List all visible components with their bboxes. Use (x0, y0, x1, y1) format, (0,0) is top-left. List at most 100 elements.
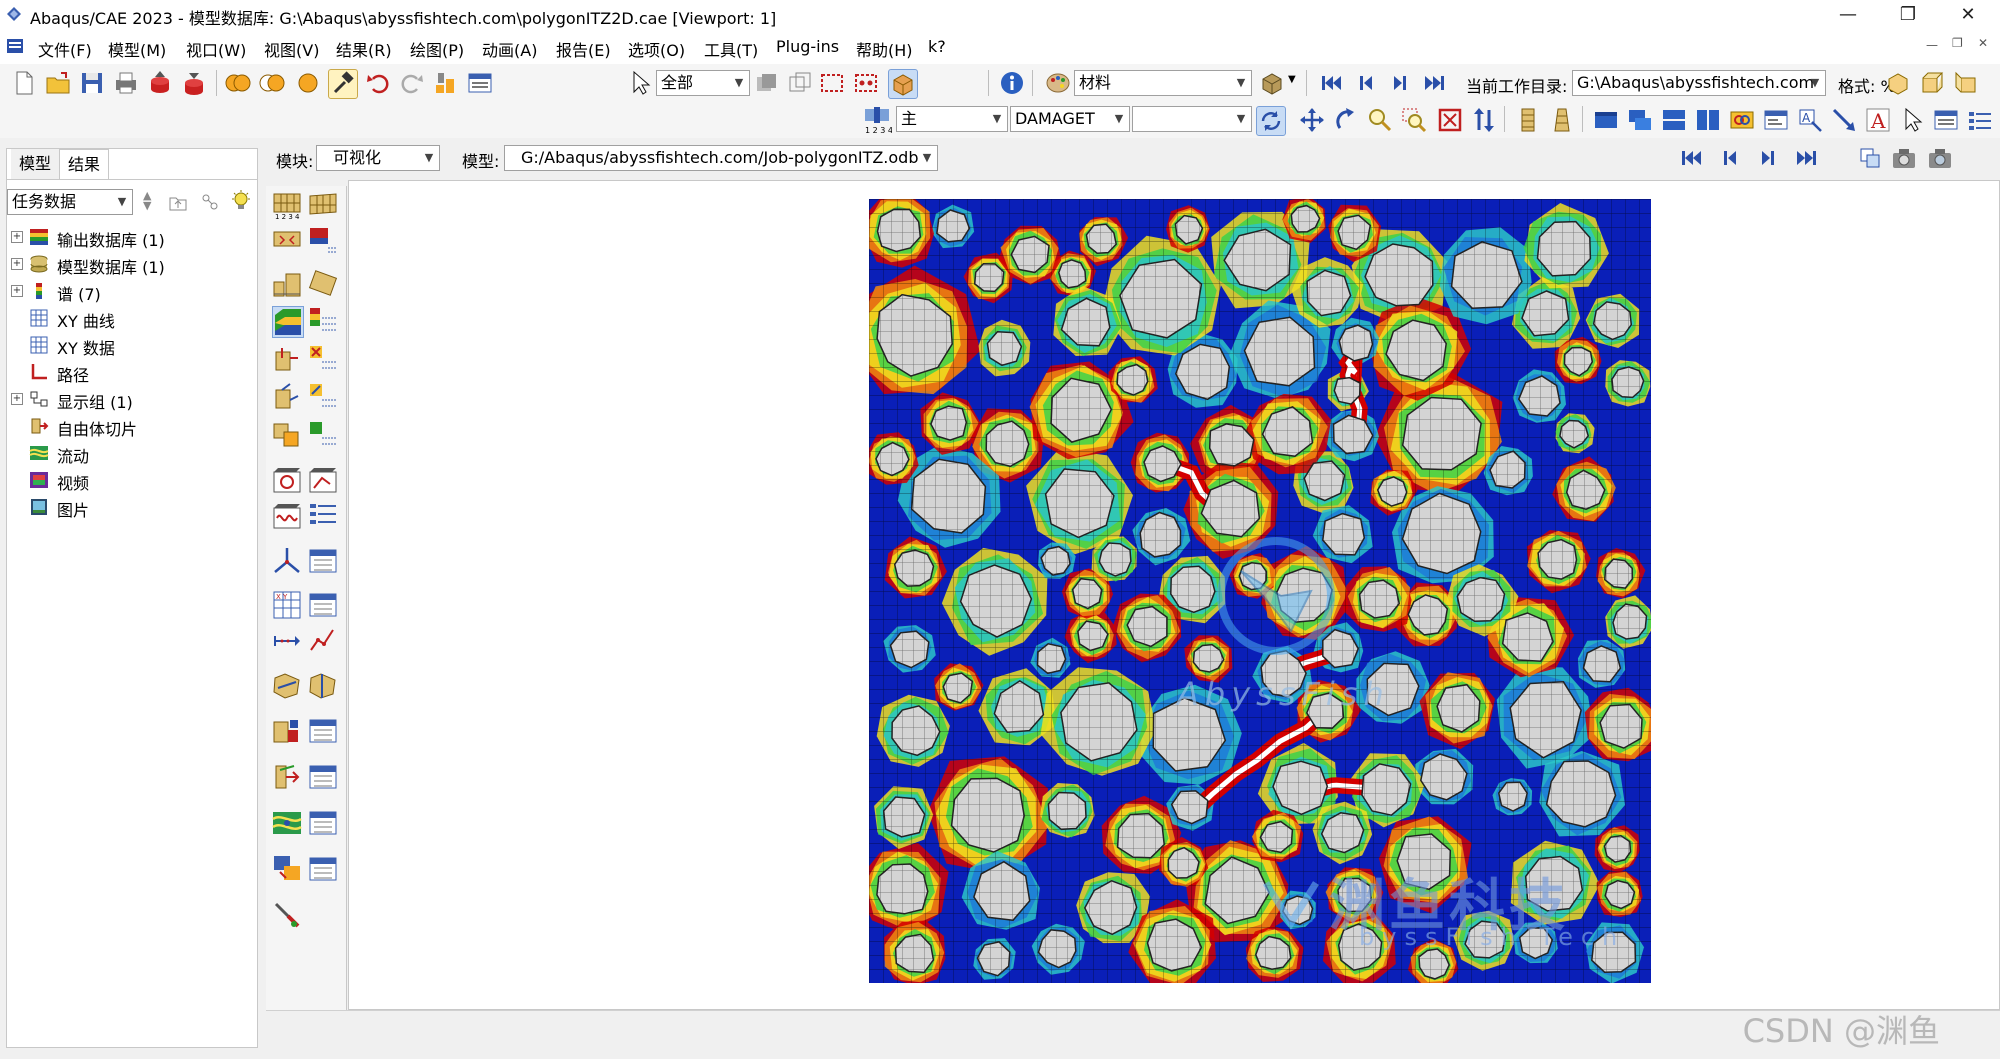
viewport-canvas[interactable]: AbyssFish 渊鱼科技 byssFish Tech (348, 180, 2000, 1010)
create-xy-data-icon[interactable]: X Y (272, 590, 302, 620)
tree-item-xy-data[interactable]: XY 数据 (7, 333, 257, 359)
next-frame-icon[interactable] (1754, 144, 1782, 172)
camera-icon[interactable] (1890, 144, 1918, 172)
chevron-down-icon[interactable]: ▼ (1288, 74, 1296, 85)
magnify-icon[interactable] (1366, 106, 1394, 134)
workdir-select[interactable]: G:\Abaqus\abyssfishtech.com ▼ (1572, 70, 1826, 96)
menu-context-help[interactable]: k? (928, 37, 946, 56)
tree-filter-select[interactable]: 任务数据 ▼ (7, 189, 133, 215)
module-select[interactable]: 可视化 ▼ (316, 145, 440, 171)
color-code-select[interactable]: 材料 ▼ (1074, 70, 1252, 96)
menu-plot[interactable]: 绘图(P) (410, 37, 464, 61)
tree-item-path[interactable]: 路径 (7, 360, 257, 386)
display-group-manager-icon[interactable] (308, 716, 338, 746)
pointer-annotation-icon[interactable] (1898, 106, 1926, 134)
close-button[interactable]: ✕ (1938, 0, 1998, 30)
tree-item-spectrum[interactable]: + 谱 (7) (7, 279, 257, 305)
sphere-icon[interactable] (294, 69, 322, 97)
odb-upload-icon[interactable] (146, 69, 174, 97)
rotate-sync-icon[interactable] (1256, 106, 1286, 136)
viewport-annotations-icon[interactable] (1762, 106, 1790, 134)
layout-horizontal-icon[interactable] (1660, 106, 1688, 134)
orientation-options-icon[interactable] (308, 382, 338, 412)
boolean-intersect-icon[interactable] (258, 69, 286, 97)
plot-allow-multiple-icon[interactable] (308, 268, 338, 298)
save-icon[interactable] (78, 69, 106, 97)
annotation-table-icon[interactable] (1932, 106, 1960, 134)
features-icon[interactable] (432, 69, 460, 97)
rotate-icon[interactable] (1332, 106, 1360, 134)
layout-cascade-icon[interactable] (1626, 106, 1654, 134)
plot-symbols-icon[interactable] (272, 344, 302, 374)
csys-manager-icon[interactable] (308, 546, 338, 576)
first-frame-icon[interactable] (1678, 144, 1706, 172)
step-frame-manager-icon[interactable] (308, 854, 338, 884)
render-style-icon[interactable] (1258, 69, 1286, 97)
drag-box-select-icon[interactable] (818, 69, 846, 97)
menu-help[interactable]: 帮助(H) (856, 37, 913, 61)
swap-view-icon[interactable] (1470, 106, 1498, 134)
display-group-create-icon[interactable] (272, 716, 302, 746)
tab-results[interactable]: 结果 (59, 149, 110, 180)
mdi-minimize-icon[interactable]: — (1926, 38, 1938, 52)
menu-model[interactable]: 模型(M) (108, 37, 166, 61)
select-3d-icon[interactable] (786, 69, 814, 97)
mdi-close-icon[interactable]: ✕ (1978, 36, 1988, 50)
common-plot-options-icon[interactable] (308, 226, 338, 256)
menu-options[interactable]: 选项(O) (628, 37, 685, 61)
auto-fit-icon[interactable] (1436, 106, 1464, 134)
plot-contours-deformed-icon[interactable] (272, 226, 302, 256)
create-path-icon[interactable] (272, 626, 302, 656)
text-a-icon[interactable]: A (1864, 106, 1892, 134)
layout-vertical-icon[interactable] (1694, 106, 1722, 134)
stream-create-icon[interactable] (272, 808, 302, 838)
next-frame-icon[interactable] (1386, 69, 1414, 97)
plot-contours-icon[interactable] (272, 306, 304, 338)
query-csys-icon[interactable] (272, 546, 302, 576)
view-cut-manager-icon[interactable] (308, 670, 338, 700)
camera-save-icon[interactable] (1926, 144, 1954, 172)
filter-tree-icon[interactable] (199, 191, 221, 213)
lightbulb-icon[interactable] (229, 189, 253, 213)
tree-item-xy-plot[interactable]: XY 曲线 (7, 306, 257, 332)
tree-item-image[interactable]: 图片 (7, 495, 257, 521)
mdi-restore-icon[interactable]: ❐ (1952, 36, 1963, 50)
print-icon[interactable] (112, 69, 140, 97)
text-annotation-icon[interactable]: A (1796, 106, 1824, 134)
plot-undeformed-icon[interactable]: 1 2 3 4 (272, 190, 302, 220)
plot-deformed-icon[interactable] (308, 190, 338, 220)
side-view-icon[interactable] (1952, 69, 1980, 97)
menu-file[interactable]: 文件(F) (38, 37, 92, 61)
animate-harmonic-icon[interactable] (272, 502, 302, 532)
link-viewports-icon[interactable] (1728, 106, 1756, 134)
selection-options-icon[interactable] (752, 69, 780, 97)
contour-options-icon[interactable] (308, 306, 338, 336)
menu-animate[interactable]: 动画(A) (482, 37, 537, 61)
color-palette-icon[interactable] (1044, 69, 1072, 97)
select-arrow-icon[interactable] (626, 69, 654, 97)
first-frame-icon[interactable] (1318, 69, 1346, 97)
pan-icon[interactable] (1298, 106, 1326, 134)
step-frame-icon[interactable]: 1 2 3 4 (862, 105, 892, 135)
expand-plus-icon[interactable]: + (11, 258, 23, 270)
mesh-column-icon[interactable] (1514, 106, 1542, 134)
animate-time-history-icon[interactable] (272, 466, 302, 496)
annotation-list-icon[interactable] (1966, 106, 1994, 134)
select-box-3d-icon[interactable] (888, 69, 918, 99)
redo-icon[interactable] (398, 69, 426, 97)
arrow-annotation-icon[interactable] (1830, 106, 1858, 134)
menu-results[interactable]: 结果(R) (336, 37, 392, 61)
menu-tools[interactable]: 工具(T) (704, 37, 758, 61)
menu-plugins[interactable]: Plug-ins (776, 37, 839, 56)
info-icon[interactable] (998, 69, 1026, 97)
xy-data-manager-icon[interactable] (308, 590, 338, 620)
plot-elements-icon[interactable] (272, 268, 302, 298)
xy-plot-icon[interactable] (308, 626, 338, 656)
iso-view-icon[interactable] (1884, 69, 1912, 97)
tree-item-movie[interactable]: 视频 (7, 468, 257, 494)
stream-manager-icon[interactable] (308, 808, 338, 838)
free-body-create-icon[interactable] (272, 762, 302, 792)
animate-scale-factor-icon[interactable] (308, 466, 338, 496)
odb-download-icon[interactable] (180, 69, 208, 97)
expand-plus-icon[interactable]: + (11, 285, 23, 297)
